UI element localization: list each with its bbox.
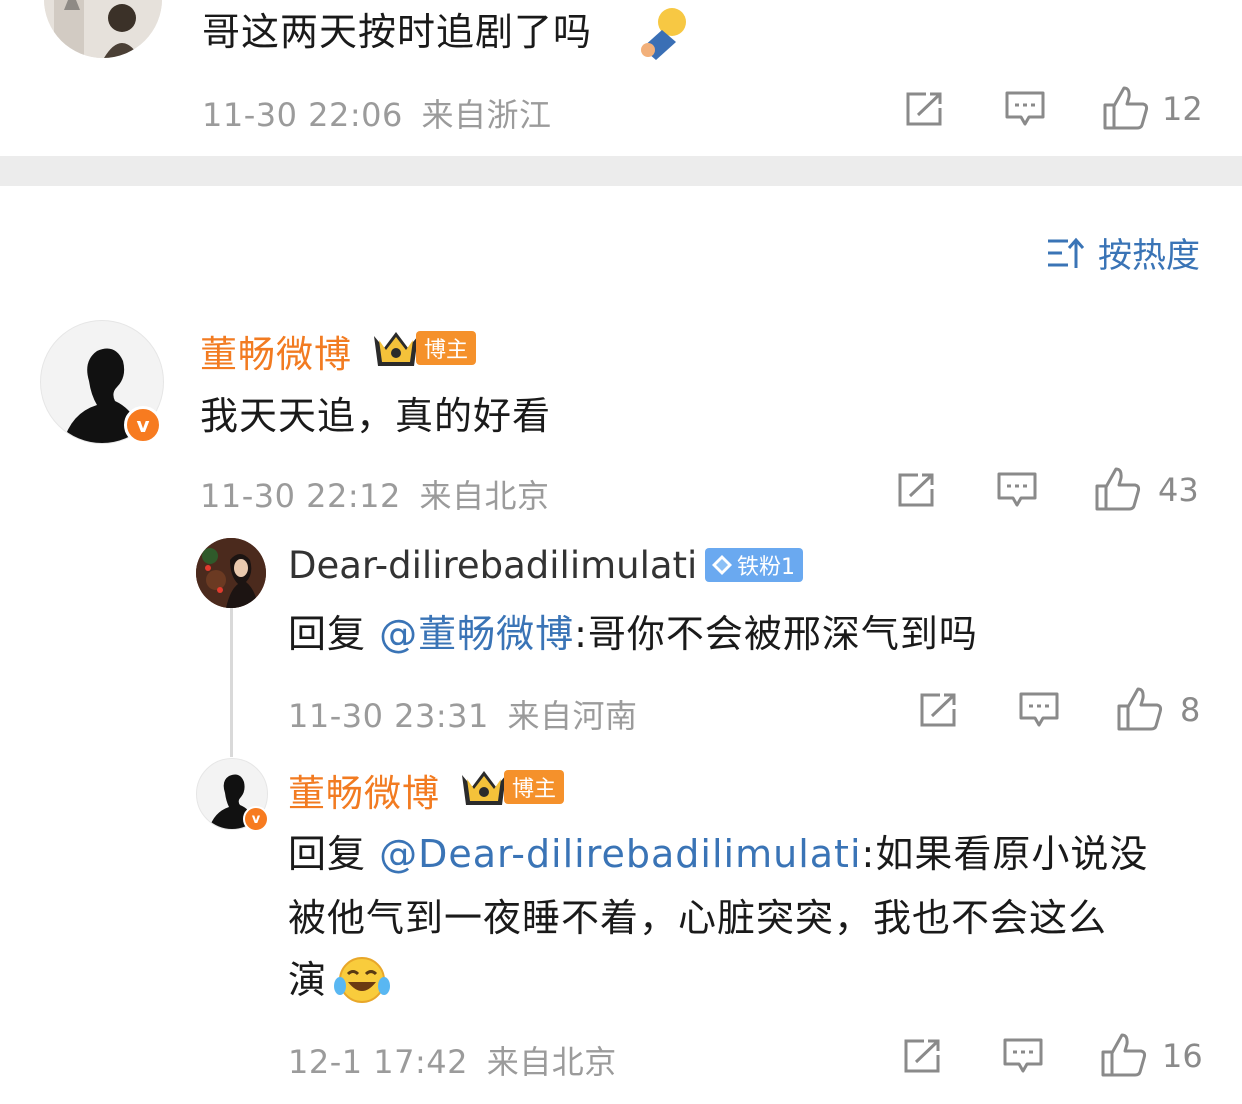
thread-line <box>230 605 233 757</box>
comment-location: 来自浙江 <box>421 96 552 134</box>
share-icon[interactable] <box>902 1038 942 1074</box>
mention-link[interactable]: @Dear-dilirebadilimulati <box>379 832 861 876</box>
comment-time: 11-30 23:31 <box>288 697 489 735</box>
like-count: 8 <box>1180 691 1201 729</box>
author-name[interactable]: 董畅微博 <box>288 763 440 817</box>
sort-label: 按热度 <box>1098 236 1200 276</box>
reply-body: :哥你不会被邢深气到吗 <box>574 612 978 656</box>
host-badge: 博主 <box>416 331 477 365</box>
comment-time: 11-30 22:06 <box>202 96 403 134</box>
avatar-photo <box>44 0 162 58</box>
reply-prefix: 回复 <box>288 612 367 656</box>
laughing-crying-emoji <box>334 957 390 1003</box>
like-count: 16 <box>1162 1037 1203 1075</box>
host-badge: 博主 <box>504 770 565 804</box>
reply-body-line2: 被他气到一夜睡不着，心脏突突，我也不会这么 <box>288 896 1108 940</box>
share-icon[interactable] <box>918 692 958 728</box>
comment-time: 11-30 22:12 <box>200 477 401 515</box>
comment-icon[interactable] <box>996 471 1038 509</box>
comment-icon[interactable] <box>1002 1037 1044 1075</box>
mention-link[interactable]: @董畅微博 <box>379 612 574 656</box>
avatar[interactable] <box>44 0 162 58</box>
verified-badge: v <box>243 806 269 832</box>
comment-location: 来自北京 <box>419 477 550 515</box>
sort-toggle[interactable]: 按热度 <box>1046 228 1200 277</box>
like-icon[interactable] <box>1094 466 1142 512</box>
verified-badge: v <box>124 406 162 444</box>
share-icon[interactable] <box>896 472 936 508</box>
like-count: 12 <box>1162 90 1203 128</box>
reply-text: 回复 @董畅微博:哥你不会被邢深气到吗 <box>288 604 978 664</box>
sleepy-emoji <box>641 8 686 60</box>
crown-icon <box>374 332 418 366</box>
sort-icon <box>1048 237 1084 268</box>
comment-icon[interactable] <box>1004 90 1046 128</box>
fan-badge-label: 铁粉1 <box>737 555 795 580</box>
reply-body-line1: :如果看原小说没 <box>861 832 1149 876</box>
comment-location: 来自北京 <box>486 1043 617 1081</box>
like-icon[interactable] <box>1102 85 1150 131</box>
author-name[interactable]: 董畅微博 <box>200 324 352 378</box>
like-icon[interactable] <box>1100 1032 1148 1078</box>
comment-time: 12-1 17:42 <box>288 1043 469 1081</box>
reply-prefix: 回复 <box>288 832 367 876</box>
comment-icon[interactable] <box>1018 691 1060 729</box>
share-icon[interactable] <box>904 91 944 127</box>
author-name[interactable]: Dear-dilirebadilimulati <box>288 544 697 587</box>
comment-text: 哥这两天按时追剧了吗 <box>202 10 593 54</box>
reply-body-line3: 演 <box>288 958 328 1002</box>
like-icon[interactable] <box>1116 686 1164 732</box>
section-divider <box>0 156 1242 186</box>
like-count: 43 <box>1158 471 1199 509</box>
comment-location: 来自河南 <box>507 697 638 735</box>
avatar-photo <box>196 538 266 608</box>
crown-icon <box>462 771 506 805</box>
diamond-icon <box>712 555 732 575</box>
reply-text: 回复 @Dear-dilirebadilimulati:如果看原小说没 <box>288 824 1148 884</box>
avatar[interactable] <box>196 538 266 608</box>
fan-badge: 铁粉1 <box>705 548 803 582</box>
comment-text: 我天天追，真的好看 <box>200 394 552 438</box>
